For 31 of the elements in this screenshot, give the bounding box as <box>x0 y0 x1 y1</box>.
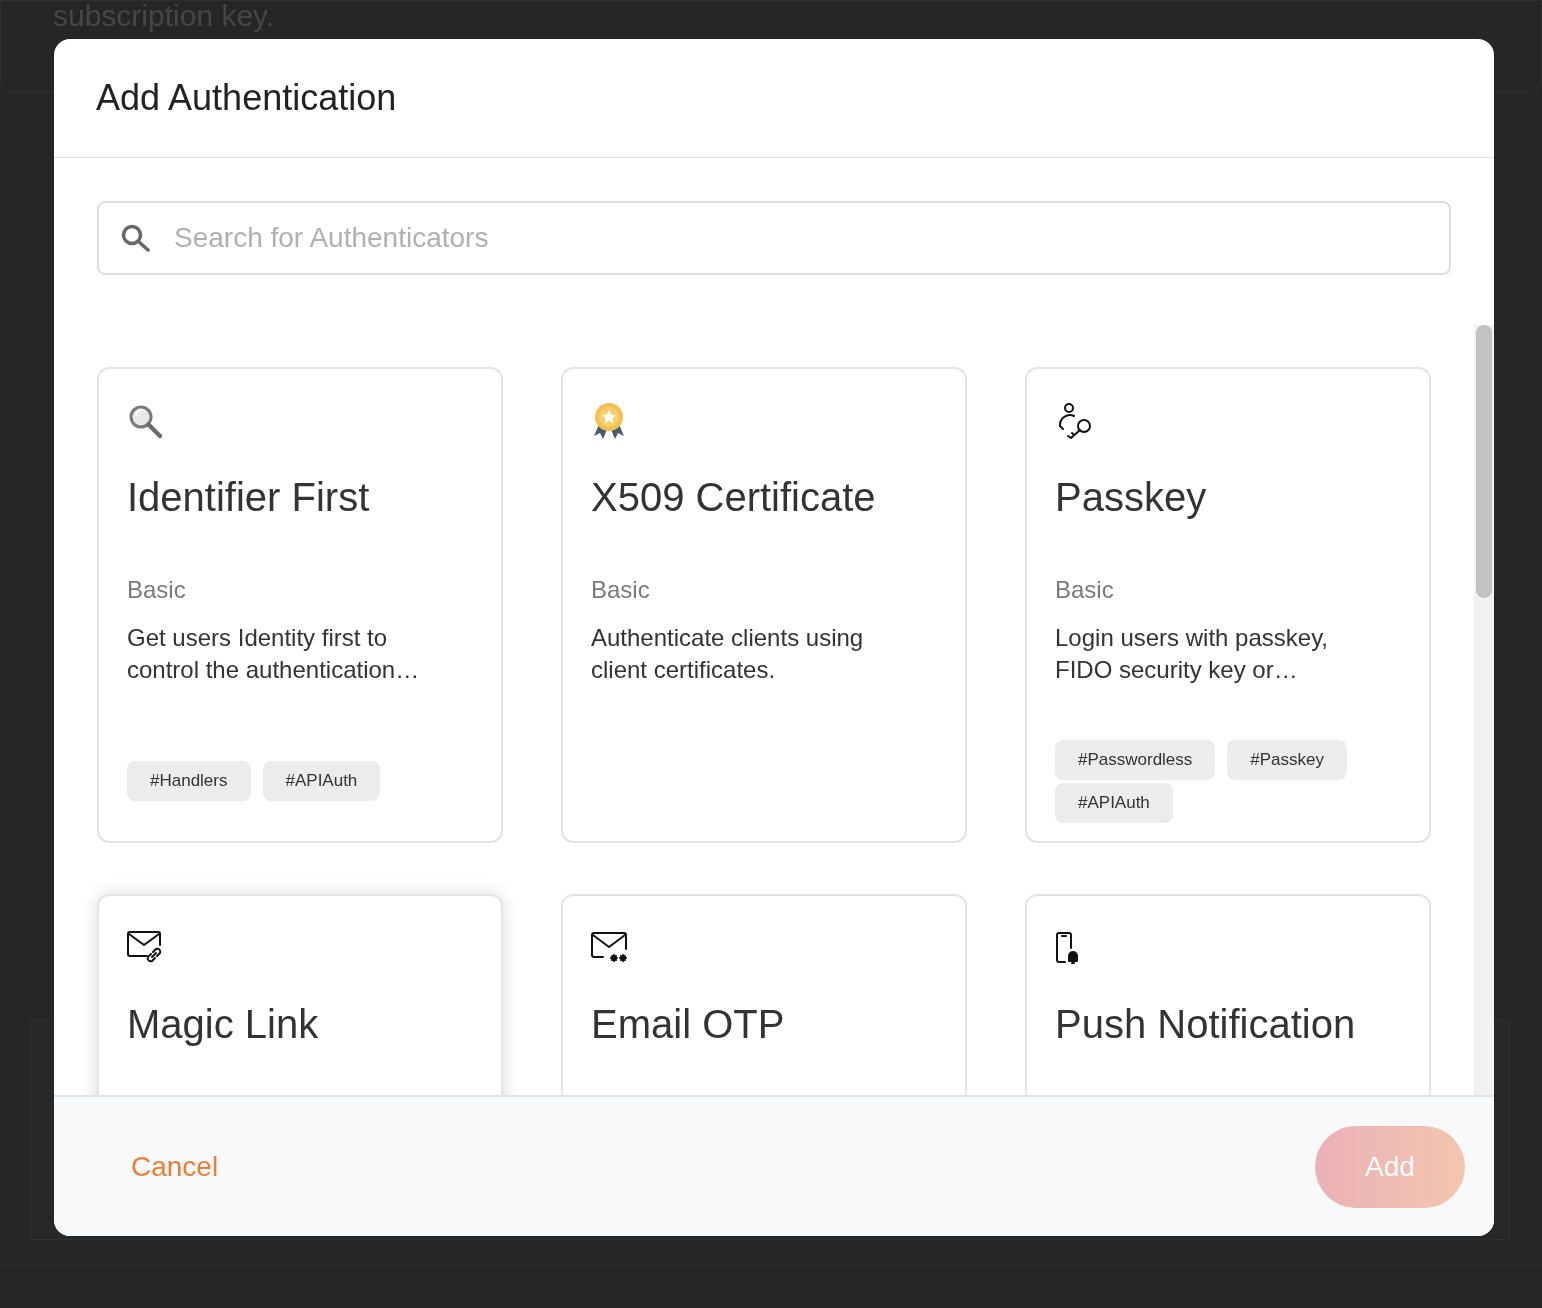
magnifier-icon <box>127 403 163 439</box>
card-description: Login users with passkey, FIDO security key or… <box>1055 623 1330 685</box>
card-category: Basic <box>127 575 187 605</box>
award-ribbon-icon <box>591 402 627 440</box>
card-title: Magic Link <box>127 1001 320 1048</box>
authenticator-card[interactable]: Magic Link <box>97 894 503 1095</box>
scrollbar-thumb[interactable] <box>1476 325 1492 598</box>
card-category: Basic <box>1055 575 1115 605</box>
card-title: X509 Certificate <box>591 474 877 521</box>
card-category: Basic <box>591 575 651 605</box>
tag: #Passkey <box>1227 739 1348 780</box>
tag: #Handlers <box>127 761 251 801</box>
phone-bell-icon <box>1055 931 1079 965</box>
dialog-title: Add Authentication <box>96 76 397 120</box>
envelope-asterisk-icon <box>591 931 629 965</box>
authenticator-card[interactable]: Email OTP <box>561 894 967 1095</box>
authenticator-card[interactable]: Push Notification <box>1025 894 1431 1095</box>
card-title: Email OTP <box>591 1001 786 1048</box>
search-field[interactable]: Search for Authenticators <box>97 201 1451 275</box>
authenticator-card[interactable]: Identifier First Basic Get users Identity first to control the authentication… #Handlers #APIAuth <box>97 367 503 843</box>
tag: #APIAuth <box>262 761 381 801</box>
card-description: Get users Identity first to control the authentication… <box>127 623 421 685</box>
tag: #Passwordless <box>1055 739 1216 780</box>
search-icon <box>121 224 151 252</box>
authenticator-card[interactable]: Passkey Basic Login users with passkey, FIDO security key or… #Passwordless #Passkey #APIAuth <box>1025 367 1431 843</box>
card-title: Identifier First <box>127 474 371 521</box>
card-description: Authenticate clients using client certificates. <box>591 623 865 685</box>
authenticator-card[interactable]: X509 Certificate Basic Authenticate clients using client certificates. <box>561 367 967 843</box>
card-title: Push Notification <box>1055 1001 1357 1048</box>
tag: #APIAuth <box>1055 782 1173 823</box>
card-title: Passkey <box>1055 474 1208 521</box>
